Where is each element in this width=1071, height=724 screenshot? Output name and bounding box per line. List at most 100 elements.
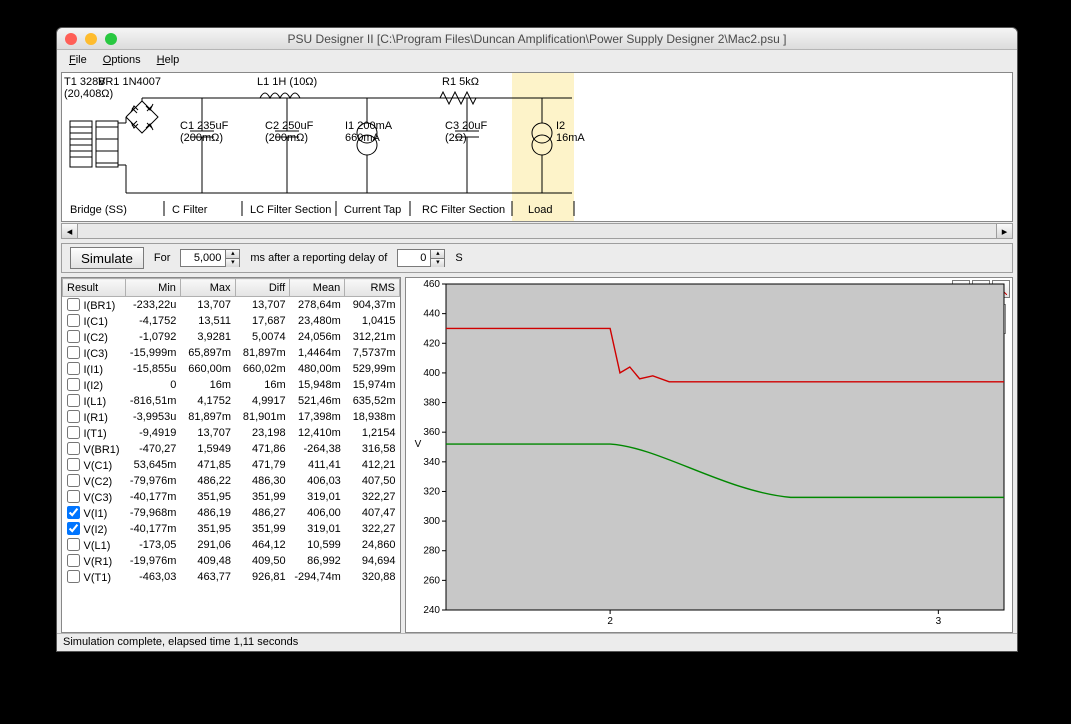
chart-panel[interactable]: – V(I1)– V(I2) 2402602803003203403603804… xyxy=(405,277,1013,633)
svg-text:2: 2 xyxy=(607,616,613,627)
row-checkbox[interactable] xyxy=(67,362,80,375)
zoom-icon[interactable] xyxy=(105,33,117,45)
sec-lc: LC Filter Section xyxy=(250,204,331,216)
delay-stepper[interactable]: ▴▾ xyxy=(431,249,445,267)
row-checkbox[interactable] xyxy=(67,378,80,391)
table-row[interactable]: V(C1)53,645m471,85471,79411,41412,21 xyxy=(63,457,400,473)
svg-text:260: 260 xyxy=(423,575,440,586)
table-row[interactable]: I(I1)-15,855u660,00m660,02m480,00m529,99… xyxy=(63,361,400,377)
row-checkbox[interactable] xyxy=(67,474,80,487)
i2-label-b: 16mA xyxy=(556,132,585,144)
svg-text:440: 440 xyxy=(423,309,440,320)
table-row[interactable]: V(R1)-19,976m409,48409,5086,99294,694 xyxy=(63,553,400,569)
table-row[interactable]: V(I1)-79,968m486,19486,27406,00407,47 xyxy=(63,505,400,521)
bridge-label: BR1 1N4007 xyxy=(98,76,161,88)
row-checkbox[interactable] xyxy=(67,298,80,311)
duration-stepper[interactable]: ▴▾ xyxy=(226,249,240,267)
row-checkbox[interactable] xyxy=(67,506,80,519)
simulate-bar: Simulate For ▴▾ ms after a reporting del… xyxy=(61,243,1013,273)
status-bar: Simulation complete, elapsed time 1,11 s… xyxy=(57,633,1017,651)
titlebar[interactable]: PSU Designer II [C:\Program Files\Duncan… xyxy=(57,28,1017,50)
table-row[interactable]: I(R1)-3,9953u81,897m81,901m17,398m18,938… xyxy=(63,409,400,425)
row-checkbox[interactable] xyxy=(67,538,80,551)
row-checkbox[interactable] xyxy=(67,410,80,423)
col-max[interactable]: Max xyxy=(180,279,235,297)
svg-text:340: 340 xyxy=(423,457,440,468)
c3-label-b: (2Ω) xyxy=(445,132,467,144)
c3-label-a: C3 20uF xyxy=(445,120,487,132)
row-checkbox[interactable] xyxy=(67,570,80,583)
col-result[interactable]: Result xyxy=(63,279,126,297)
scroll-track[interactable] xyxy=(78,224,996,238)
s-label: S xyxy=(455,252,462,264)
row-checkbox[interactable] xyxy=(67,490,80,503)
col-min[interactable]: Min xyxy=(125,279,180,297)
simulate-button[interactable]: Simulate xyxy=(70,247,144,269)
row-checkbox[interactable] xyxy=(67,314,80,327)
row-checkbox[interactable] xyxy=(67,346,80,359)
sec-rc: RC Filter Section xyxy=(422,204,505,216)
ms-label: ms after a reporting delay of xyxy=(250,252,387,264)
scroll-left-icon[interactable]: ◂ xyxy=(62,224,78,238)
svg-text:400: 400 xyxy=(423,368,440,379)
table-row[interactable]: V(I2)-40,177m351,95351,99319,01322,27 xyxy=(63,521,400,537)
schematic-panel[interactable]: T1 328V (20,408Ω) BR1 1N4007 xyxy=(61,72,1013,222)
row-checkbox[interactable] xyxy=(67,330,80,343)
svg-text:3: 3 xyxy=(936,616,942,627)
table-row[interactable]: I(L1)-816,51m4,17524,9917521,46m635,52m xyxy=(63,393,400,409)
t1-label-b: (20,408Ω) xyxy=(64,88,113,100)
row-checkbox[interactable] xyxy=(67,442,80,455)
results-table[interactable]: ResultMinMaxDiffMeanRMS I(BR1)-233,22u13… xyxy=(61,277,401,633)
col-rms[interactable]: RMS xyxy=(345,279,400,297)
scroll-right-icon[interactable]: ▸ xyxy=(996,224,1012,238)
i2-label-a: I2 xyxy=(556,120,565,132)
row-checkbox[interactable] xyxy=(67,426,80,439)
table-row[interactable]: V(C3)-40,177m351,95351,99319,01322,27 xyxy=(63,489,400,505)
svg-text:280: 280 xyxy=(423,546,440,557)
table-row[interactable]: V(C2)-79,976m486,22486,30406,03407,50 xyxy=(63,473,400,489)
sec-c: C Filter xyxy=(172,204,208,216)
delay-input[interactable] xyxy=(397,249,431,267)
for-label: For xyxy=(154,252,171,264)
svg-text:380: 380 xyxy=(423,398,440,409)
l1-label: L1 1H (10Ω) xyxy=(257,76,317,88)
table-row[interactable]: V(T1)-463,03463,77926,81-294,74m320,88 xyxy=(63,569,400,585)
svg-text:240: 240 xyxy=(423,605,440,616)
table-row[interactable]: I(C1)-4,175213,51117,68723,480m1,0415 xyxy=(63,313,400,329)
duration-input[interactable] xyxy=(180,249,226,267)
col-mean[interactable]: Mean xyxy=(290,279,345,297)
minimize-icon[interactable] xyxy=(85,33,97,45)
menubar: File Options Help xyxy=(57,50,1017,70)
table-row[interactable]: V(L1)-173,05291,06464,1210,59924,860 xyxy=(63,537,400,553)
table-row[interactable]: I(C3)-15,999m65,897m81,897m1,4464m7,5737… xyxy=(63,345,400,361)
menu-file[interactable]: File xyxy=(63,52,93,68)
c1-label-b: (200mΩ) xyxy=(180,132,223,144)
schematic-hscroll[interactable]: ◂ ▸ xyxy=(61,223,1013,239)
col-diff[interactable]: Diff xyxy=(235,279,290,297)
main-window: PSU Designer II [C:\Program Files\Duncan… xyxy=(56,27,1018,652)
row-checkbox[interactable] xyxy=(67,394,80,407)
table-row[interactable]: V(BR1)-470,271,5949471,86-264,38316,58 xyxy=(63,441,400,457)
c1-label-a: C1 235uF xyxy=(180,120,229,132)
row-checkbox[interactable] xyxy=(67,522,80,535)
table-row[interactable]: I(BR1)-233,22u13,70713,707278,64m904,37m xyxy=(63,297,400,314)
row-checkbox[interactable] xyxy=(67,554,80,567)
svg-text:V: V xyxy=(415,439,422,450)
menu-options[interactable]: Options xyxy=(97,52,147,68)
c2-label-a: C2 250uF xyxy=(265,120,314,132)
menu-help[interactable]: Help xyxy=(151,52,186,68)
close-icon[interactable] xyxy=(65,33,77,45)
table-row[interactable]: I(T1)-9,491913,70723,19812,410m1,2154 xyxy=(63,425,400,441)
table-row[interactable]: I(C2)-1,07923,92815,007424,056m312,21m xyxy=(63,329,400,345)
row-checkbox[interactable] xyxy=(67,458,80,471)
c2-label-b: (200mΩ) xyxy=(265,132,308,144)
sec-tap: Current Tap xyxy=(344,204,401,216)
i1-label-b: 660mA xyxy=(345,132,381,144)
i1-label-a: I1 200mA xyxy=(345,120,393,132)
svg-text:300: 300 xyxy=(423,516,440,527)
sec-bridge: Bridge (SS) xyxy=(70,204,127,216)
svg-text:360: 360 xyxy=(423,427,440,438)
svg-text:420: 420 xyxy=(423,338,440,349)
r1-label: R1 5kΩ xyxy=(442,76,479,88)
table-row[interactable]: I(I2)016m16m15,948m15,974m xyxy=(63,377,400,393)
